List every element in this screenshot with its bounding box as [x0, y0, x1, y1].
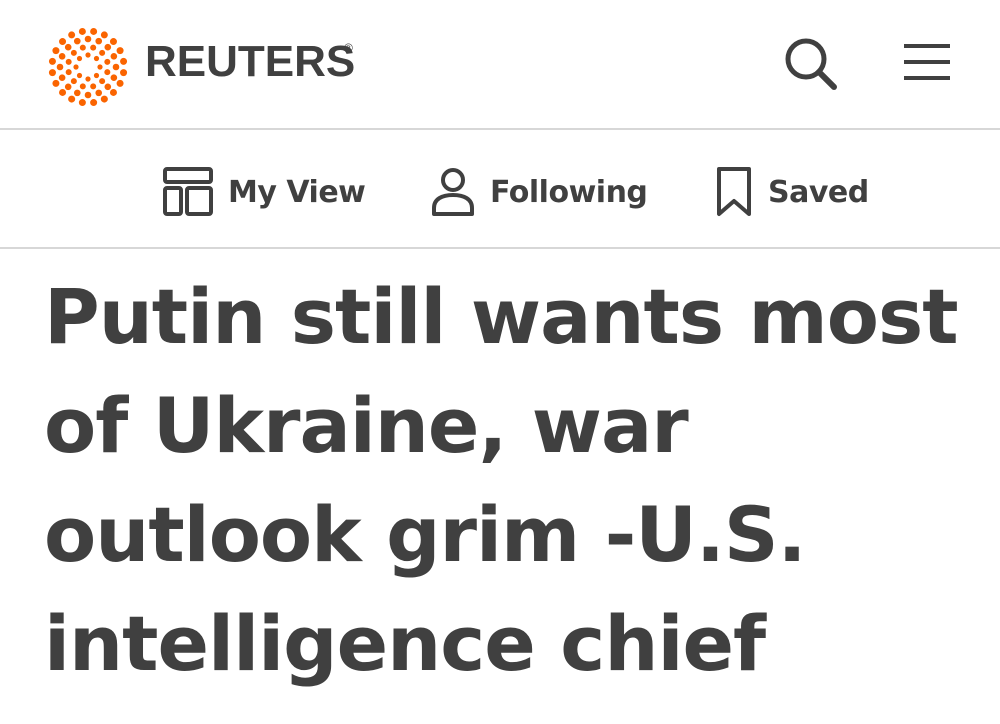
logo-dot — [95, 37, 103, 45]
logo-dot — [90, 44, 97, 51]
logo-dot — [99, 49, 106, 56]
logo-dot — [48, 69, 56, 77]
logo-dot — [93, 55, 100, 62]
logo-dot — [64, 43, 72, 51]
logo-dot — [104, 43, 112, 51]
personal-nav: My View Following Saved — [0, 130, 1000, 249]
logo-dot — [59, 88, 67, 96]
article-headline: Putin still wants most of Ukraine, war o… — [44, 262, 984, 698]
menu-button[interactable] — [898, 40, 956, 84]
search-icon — [785, 38, 837, 90]
logo-dot — [68, 95, 76, 103]
logo-dot — [48, 57, 56, 65]
logo-dot — [58, 74, 66, 82]
logo-dot — [90, 27, 98, 35]
logo-dot — [70, 78, 77, 85]
logo-dot — [104, 83, 112, 91]
logo-dot — [79, 83, 86, 90]
nav-saved-label: Saved — [768, 174, 869, 210]
reuters-wordmark: REUTERS — [145, 37, 356, 86]
logo-dot — [120, 69, 128, 77]
headline-line: of Ukraine, war — [44, 381, 689, 470]
logo-dot — [85, 52, 91, 58]
person-icon — [432, 168, 474, 216]
logo-dot — [120, 57, 128, 65]
headline-line: outlook grim -U.S. — [44, 490, 806, 579]
logo-dot — [79, 44, 86, 51]
logo-dot — [64, 83, 72, 91]
logo-dot — [65, 58, 72, 65]
logo-dot — [110, 52, 118, 60]
hamburger-menu-icon — [904, 44, 950, 80]
registered-mark: ® — [344, 41, 353, 55]
headline-line: Putin still wants most — [44, 272, 959, 361]
logo-dot — [65, 69, 72, 76]
logo-dot — [90, 99, 98, 107]
logo-dot — [85, 76, 91, 82]
logo-dot — [95, 89, 103, 97]
logo-dot — [93, 72, 100, 79]
nav-my-view[interactable]: My View — [162, 166, 366, 218]
logo-dot — [100, 95, 108, 103]
logo-dot — [116, 79, 124, 87]
logo-dot — [73, 64, 79, 70]
logo-dot — [104, 58, 111, 65]
logo-dot — [78, 99, 86, 107]
logo-dot — [84, 91, 92, 99]
logo-dot — [97, 64, 103, 70]
search-button[interactable] — [782, 35, 840, 93]
logo-dot — [109, 38, 117, 46]
logo-dot — [100, 31, 108, 39]
logo-dot — [70, 49, 77, 56]
nav-following-label: Following — [490, 174, 648, 210]
logo-dot — [59, 38, 67, 46]
logo-dot — [73, 37, 81, 45]
logo-dot — [109, 88, 117, 96]
logo-dot — [76, 72, 83, 79]
logo-dot — [56, 63, 64, 71]
site-header: REUTERS ® — [0, 0, 1000, 130]
logo-dot — [76, 55, 83, 62]
logo-dot — [99, 78, 106, 85]
logo-dot — [52, 47, 60, 55]
layout-grid-icon — [163, 167, 213, 216]
nav-my-view-label: My View — [228, 174, 366, 210]
logo-dot — [84, 35, 92, 43]
logo-dot — [112, 63, 120, 71]
logo-dot — [78, 27, 86, 35]
logo-dot — [104, 69, 111, 76]
logo-dot — [110, 74, 118, 82]
logo-dot — [73, 89, 81, 97]
logo-dot — [52, 79, 60, 87]
bookmark-icon — [717, 167, 751, 216]
logo-dot — [116, 47, 124, 55]
logo-dot — [90, 83, 97, 90]
nav-following[interactable]: Following — [430, 166, 648, 218]
reuters-logo-mark-icon — [48, 27, 128, 107]
nav-saved[interactable]: Saved — [714, 166, 869, 218]
headline-line: intelligence chief — [44, 599, 766, 688]
logo-dot — [68, 31, 76, 39]
logo-dot — [58, 52, 66, 60]
